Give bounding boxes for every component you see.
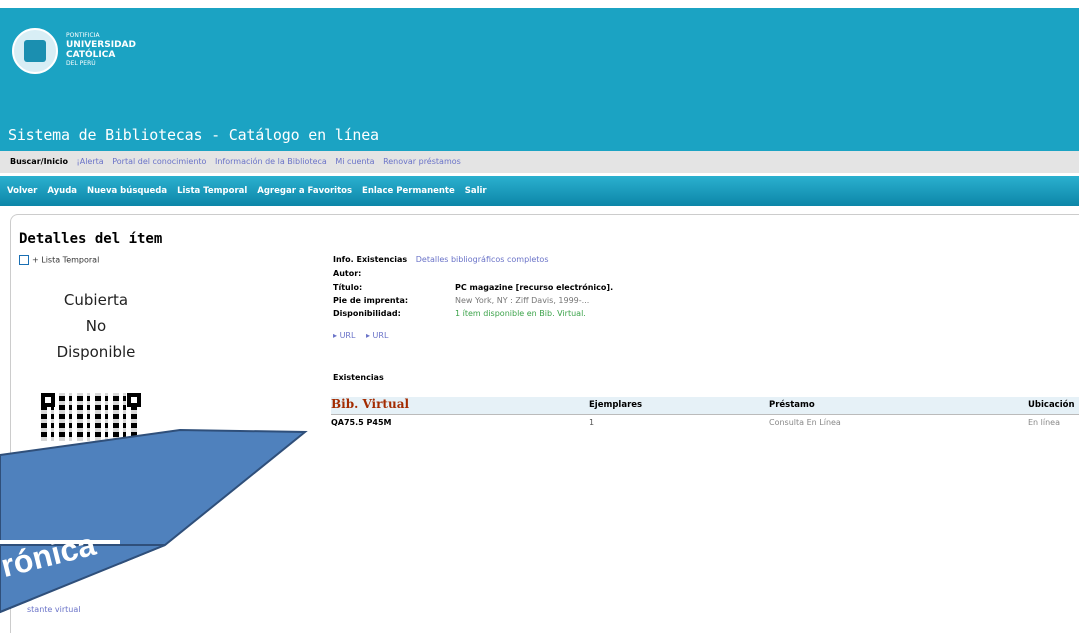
top-nav: Buscar/Inicio ¡Alerta Portal del conocim… — [0, 151, 1079, 173]
header-ejemplares: Ejemplares — [589, 400, 643, 410]
content-panel: Detalles del ítem + Lista Temporal Cubie… — [10, 214, 1079, 633]
site-header: PONTIFICIA UNIVERSIDAD CATÓLICA DEL PERÚ… — [0, 8, 1079, 151]
logo-small-text: PONTIFICIA — [66, 32, 100, 39]
disponibilidad-value: 1 ítem disponible en Bib. Virtual. — [455, 309, 586, 318]
url-link-2[interactable]: ▸ URL — [366, 331, 388, 340]
checkbox[interactable] — [19, 255, 29, 265]
logo-line1: UNIVERSIDAD — [66, 40, 136, 50]
university-logo-icon[interactable] — [12, 28, 58, 74]
existencias-heading: Existencias — [333, 373, 384, 382]
logo-line2: CATÓLICA — [66, 50, 116, 60]
nav-portal-conocimiento[interactable]: Portal del conocimiento — [112, 157, 206, 166]
ayuda-button[interactable]: Ayuda — [47, 186, 77, 196]
lista-temporal-toggle[interactable]: + Lista Temporal — [19, 255, 99, 265]
header-prestamo: Préstamo — [769, 400, 815, 410]
pie-imprenta-value: New York, NY : Ziff Davis, 1999-... — [455, 296, 590, 305]
page-title: Detalles del ítem — [19, 231, 163, 247]
pie-imprenta-label: Pie de imprenta: — [333, 296, 409, 305]
cover-line2: No — [85, 317, 107, 335]
table-row: QA75.5 P45M 1 Consulta En Línea En línea — [331, 416, 1079, 430]
qr-corner-icon — [41, 393, 55, 407]
qr-code-pattern — [41, 393, 141, 441]
nav-buscar-inicio[interactable]: Buscar/Inicio — [10, 157, 68, 166]
nav-alerta[interactable]: ¡Alerta — [77, 157, 104, 166]
cell-prestamo: Consulta En Línea — [769, 418, 841, 427]
url-link-1[interactable]: ▸ URL — [333, 331, 355, 340]
cell-signatura: QA75.5 P45M — [331, 418, 392, 427]
action-toolbar: Volver Ayuda Nueva búsqueda Lista Tempor… — [0, 176, 1079, 206]
url-link-1-text: URL — [339, 331, 356, 340]
url-link-2-text: URL — [372, 331, 389, 340]
cover-line1: Cubierta — [63, 291, 129, 309]
cell-ejemplares: 1 — [589, 418, 595, 427]
link-mismo-tema[interactable]: mismo TEMA — [51, 585, 103, 594]
disponibilidad-label: Disponibilidad: — [333, 309, 401, 318]
enlace-permanente-button[interactable]: Enlace Permanente — [362, 186, 455, 196]
site-title: Sistema de Bibliotecas - Catálogo en lín… — [8, 126, 379, 144]
cell-ubicacion: En línea — [1028, 418, 1061, 427]
tab-info-existencias[interactable]: Info. Existencias — [333, 255, 407, 264]
header-ubicacion: Ubicación — [1028, 400, 1075, 410]
qr-corner-icon — [127, 393, 141, 407]
salir-button[interactable]: Salir — [465, 186, 487, 196]
agregar-favoritos-button[interactable]: Agregar a Favoritos — [257, 186, 352, 196]
holdings-table-header: Bib. Virtual Ejemplares Préstamo Ubicaci… — [331, 397, 1079, 415]
lista-temporal-button[interactable]: Lista Temporal — [177, 186, 247, 196]
logo-small-text2: DEL PERÚ — [66, 60, 96, 67]
header-bib-virtual: Bib. Virtual — [331, 397, 410, 411]
nav-renovar-prestamos[interactable]: Renovar préstamos — [383, 157, 461, 166]
titulo-label: Título: — [333, 283, 363, 292]
cover-line3: Disponible — [56, 343, 136, 361]
university-name: PONTIFICIA UNIVERSIDAD CATÓLICA DEL PERÚ — [66, 32, 136, 68]
volver-button[interactable]: Volver — [7, 186, 37, 196]
link-estante-virtual[interactable]: stante virtual — [27, 605, 80, 614]
tab-detalles-bibliograficos[interactable]: Detalles bibliográficos completos — [416, 255, 549, 264]
lista-temporal-label: + Lista Temporal — [32, 255, 100, 265]
nav-mi-cuenta[interactable]: Mi cuenta — [335, 157, 374, 166]
cover-placeholder: Cubierta No Disponible — [41, 287, 151, 365]
nav-informacion-biblioteca[interactable]: Información de la Biblioteca — [215, 157, 327, 166]
titulo-value: PC magazine [recurso electrónico]. — [455, 283, 614, 292]
autor-label: Autor: — [333, 269, 362, 278]
nueva-busqueda-button[interactable]: Nueva búsqueda — [87, 186, 167, 196]
